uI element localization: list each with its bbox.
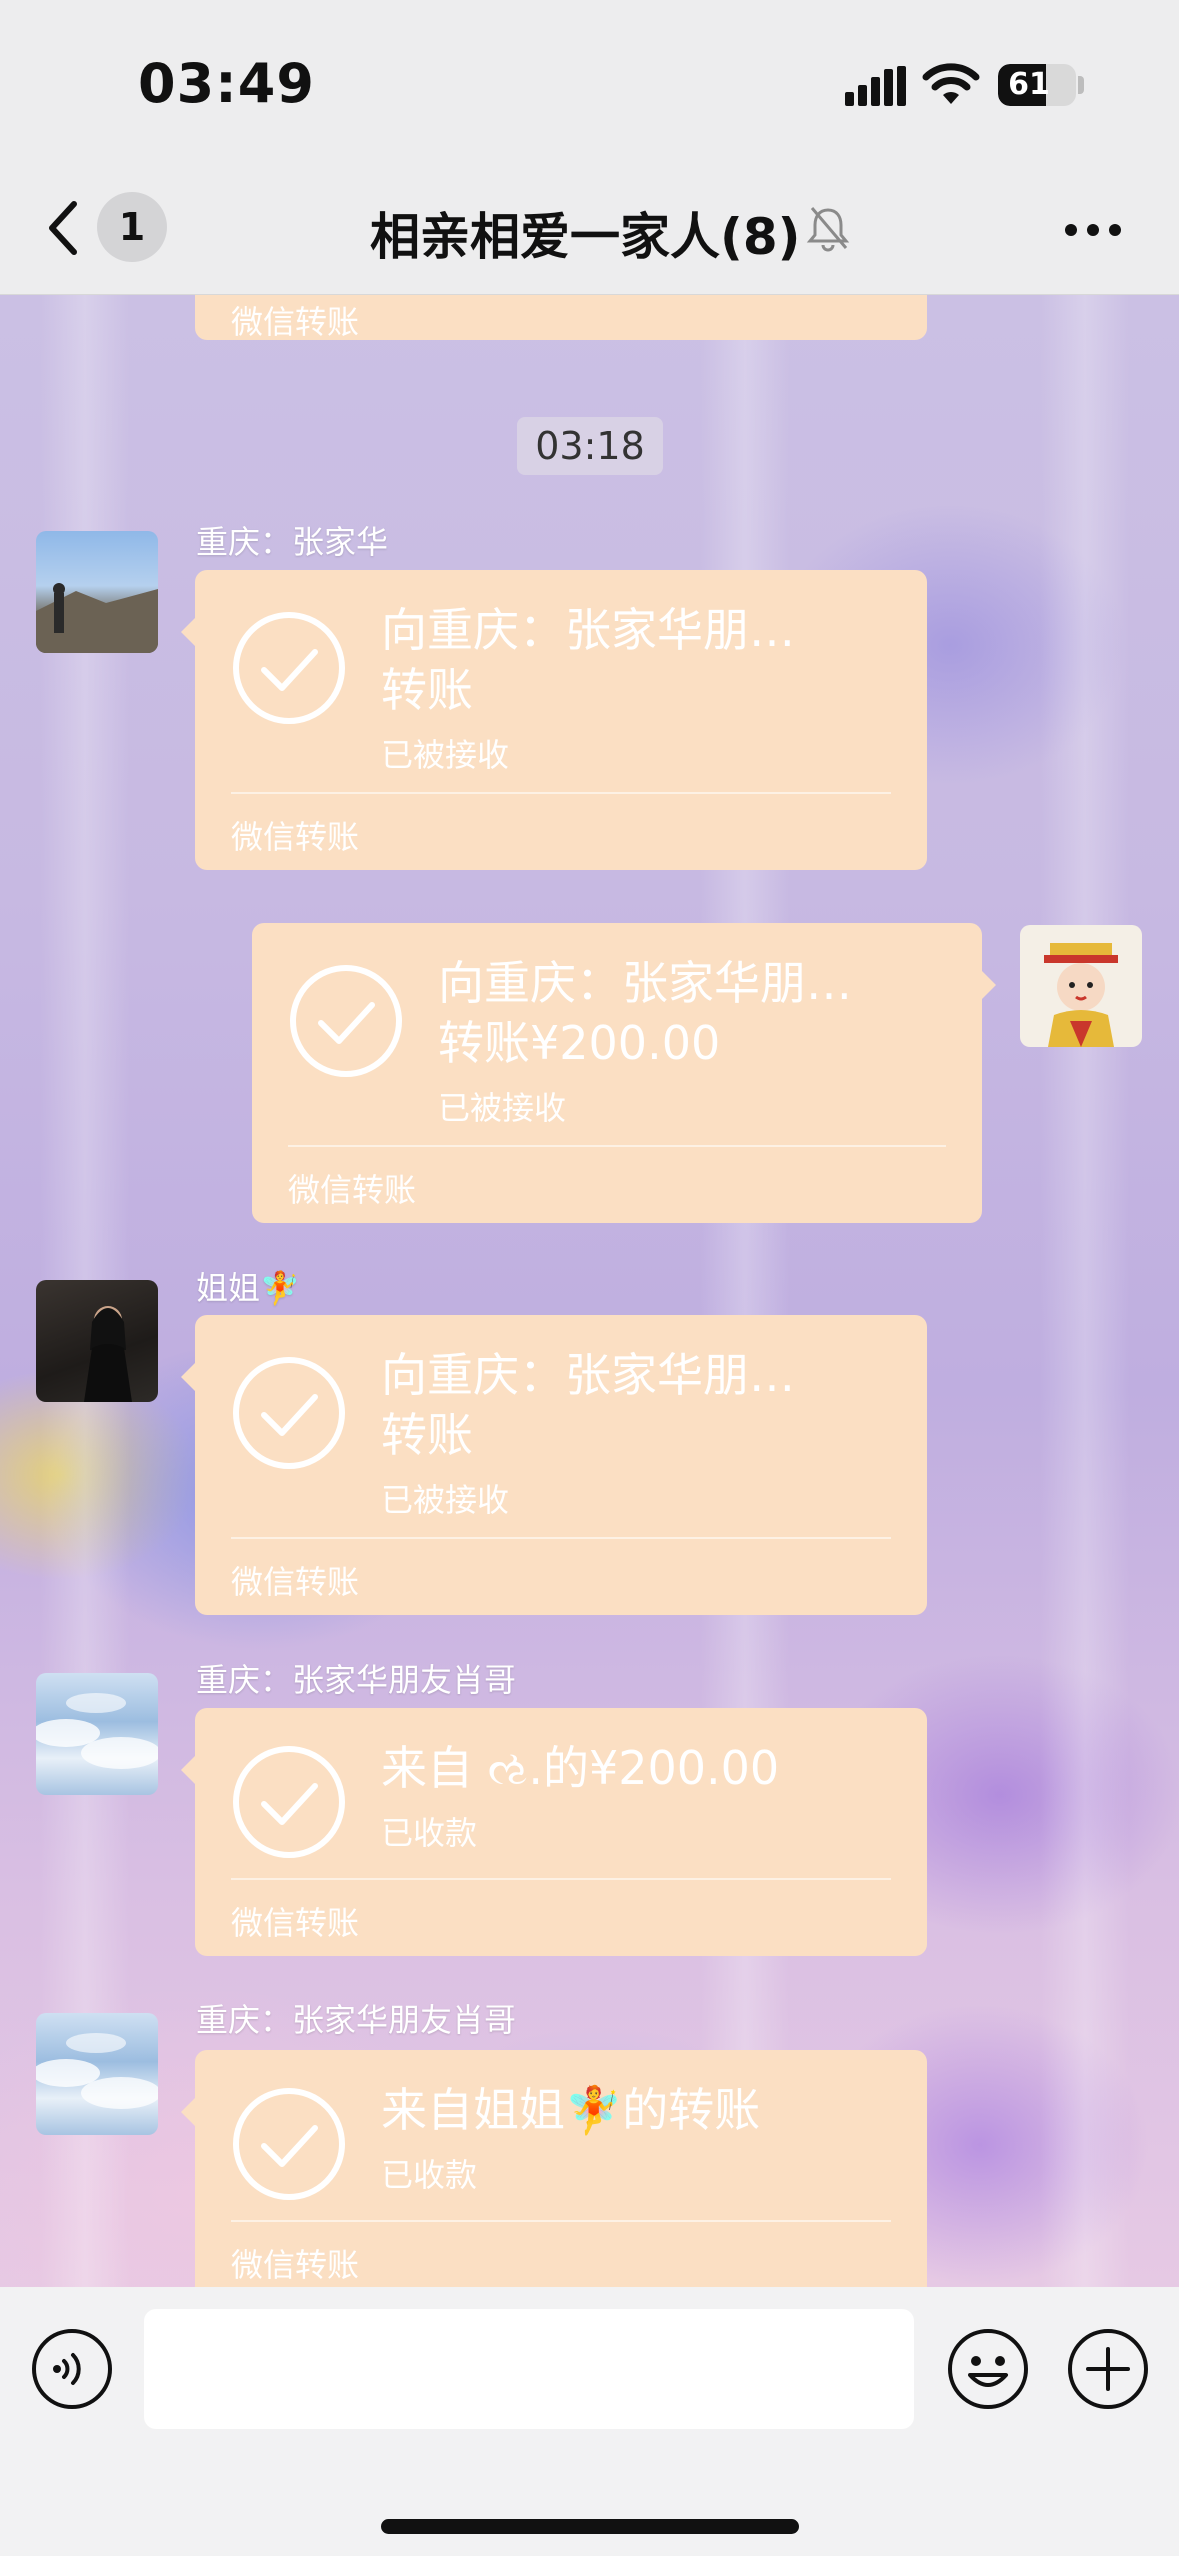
transfer-card[interactable]: 来自姐姐🧚的转账 已收款 微信转账 (181, 2050, 927, 2287)
status-time: 03:49 (138, 52, 315, 115)
cartoon-emperor-avatar (1044, 943, 1118, 1047)
sender-avatar[interactable] (36, 531, 158, 653)
transfer-card-footer: 微信转账 (288, 1171, 417, 1209)
background-decoration (1040, 295, 1130, 2287)
home-indicator[interactable] (381, 2519, 799, 2534)
transfer-card-footer: 微信转账 (231, 1563, 360, 1601)
sender-avatar[interactable] (36, 2013, 158, 2135)
mute-bell-icon (806, 207, 850, 252)
sender-name: 重庆：张家华 (196, 523, 389, 561)
transfer-card[interactable]: 向重庆：张家华朋… 转账 已被接收 微信转账 (181, 570, 927, 870)
battery-cap (1078, 76, 1084, 94)
card-divider (231, 792, 891, 794)
transfer-amount: 转账 (381, 663, 473, 717)
message-timestamp: 03:18 (517, 417, 663, 475)
check-circle-icon (233, 2088, 345, 2200)
chat-header: 1 相亲相爱一家人(8) (0, 170, 1179, 295)
sender-name: 姐姐🧚 (196, 1269, 300, 1307)
card-divider (231, 1878, 891, 1880)
more-options-icon[interactable] (1063, 222, 1123, 238)
wifi-icon (922, 63, 980, 104)
back-chevron-icon[interactable] (44, 198, 84, 258)
message-text-input[interactable] (144, 2309, 914, 2429)
status-bar: 03:49 61 (0, 0, 1179, 170)
transfer-card[interactable]: 向重庆：张家华朋… 转账¥200.00 已被接收 微信转账 (252, 923, 996, 1223)
chat-title: 相亲相爱一家人(8) (370, 208, 801, 266)
transfer-amount: 转账 (381, 1408, 473, 1462)
sender-name: 重庆：张家华朋友肖哥 (196, 2001, 517, 2039)
card-divider (231, 1537, 891, 1539)
sender-avatar[interactable] (36, 1673, 158, 1795)
unread-count-badge[interactable]: 1 (97, 192, 167, 262)
card-divider (288, 1145, 946, 1147)
emoji-icon[interactable] (946, 2327, 1030, 2411)
voice-input-icon[interactable] (30, 2327, 114, 2411)
check-circle-icon (233, 1357, 345, 1469)
transfer-card-footer: 微信转账 (231, 303, 360, 341)
transfer-status: 已被接收 (381, 1481, 510, 1519)
transfer-title: 来自姐姐🧚的转账 (381, 2083, 761, 2137)
transfer-status: 已收款 (381, 1814, 478, 1852)
battery-level-text: 61 (1008, 67, 1050, 102)
transfer-status: 已收款 (381, 2156, 478, 2194)
check-circle-icon (233, 1746, 345, 1858)
transfer-card[interactable]: 向重庆：张家华朋… 转账 已被接收 微信转账 (181, 1315, 927, 1615)
clouds-avatar (36, 1693, 158, 1769)
clouds-avatar (36, 2033, 158, 2109)
transfer-card[interactable]: 来自 ઌ.的¥200.00 已收款 微信转账 (181, 1708, 927, 1956)
card-divider (231, 2220, 891, 2222)
check-circle-icon (233, 612, 345, 724)
transfer-status: 已被接收 (438, 1089, 567, 1127)
transfer-card-footer: 微信转账 (231, 818, 360, 856)
self-avatar[interactable] (1020, 925, 1142, 1047)
transfer-title: 向重庆：张家华朋… (438, 956, 852, 1010)
transfer-title: 来自 ઌ.的¥200.00 (381, 1741, 780, 1795)
battery-icon: 61 (998, 64, 1076, 106)
sender-name: 重庆：张家华朋友肖哥 (196, 1661, 517, 1699)
transfer-card-footer: 微信转账 (231, 1904, 360, 1942)
chat-message-list[interactable]: 微信转账 03:18 重庆：张家华 向重庆：张家华朋… 转账 已被接收 微信转账 (0, 295, 1179, 2287)
transfer-title: 向重庆：张家华朋… (381, 1348, 795, 1402)
transfer-card-partial[interactable]: 微信转账 (195, 295, 927, 341)
sender-avatar[interactable] (36, 1280, 158, 1402)
transfer-status: 已被接收 (381, 736, 510, 774)
transfer-title: 向重庆：张家华朋… (381, 603, 795, 657)
add-more-icon[interactable] (1066, 2327, 1150, 2411)
mountain-photo-avatar (36, 583, 158, 653)
transfer-amount: 转账¥200.00 (438, 1016, 721, 1070)
woman-photo-avatar (84, 1306, 132, 1402)
check-circle-icon (290, 965, 402, 1077)
transfer-card-footer: 微信转账 (231, 2246, 360, 2284)
message-input-bar (0, 2287, 1179, 2556)
cellular-signal-icon (845, 66, 906, 106)
